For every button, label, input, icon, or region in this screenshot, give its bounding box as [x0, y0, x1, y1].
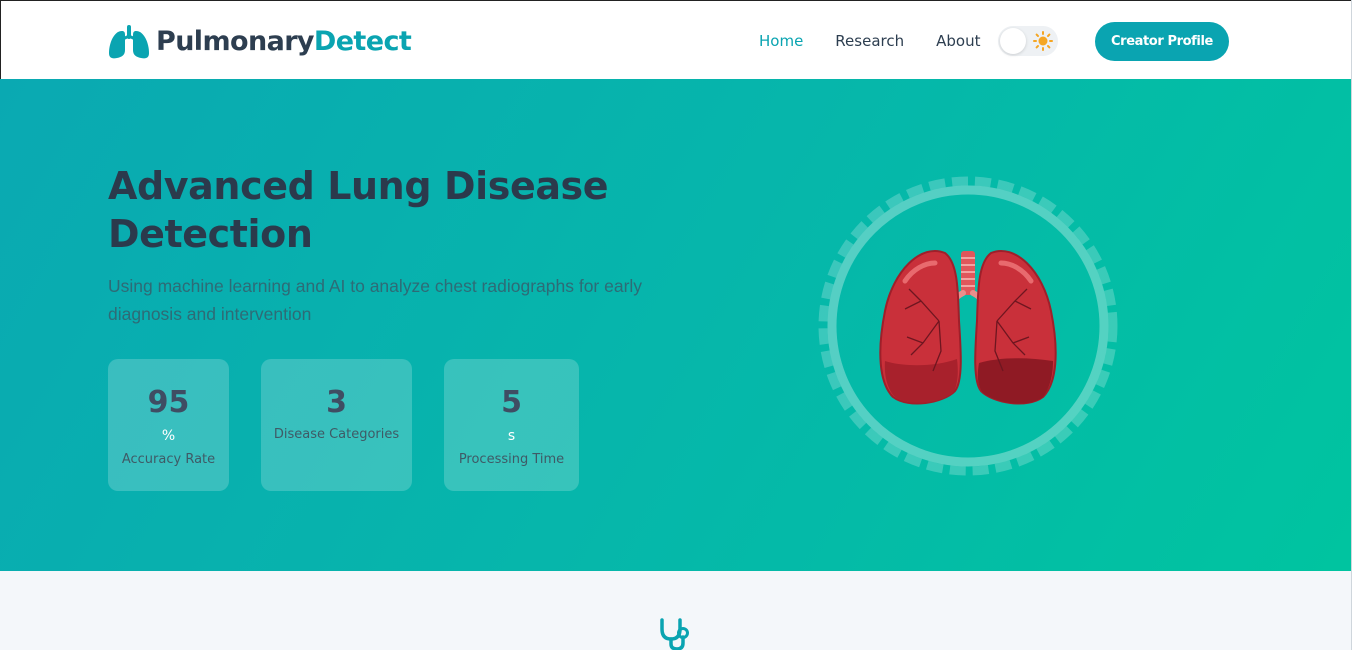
logo-text-accent: Detect	[313, 25, 412, 57]
creator-profile-button[interactable]: Creator Profile	[1095, 22, 1229, 61]
stat-unit: %	[161, 428, 176, 444]
logo-text-primary: Pulmonary	[156, 25, 315, 57]
stat-label: Disease Categories	[273, 427, 400, 442]
nav-home[interactable]: Home	[759, 32, 803, 50]
stat-unit: s	[507, 428, 516, 444]
nav-about[interactable]: About	[936, 32, 980, 50]
theme-toggle[interactable]	[998, 26, 1058, 56]
toggle-knob	[1000, 28, 1026, 54]
hero-subtitle: Using machine learning and AI to analyze…	[108, 276, 643, 324]
sun-icon	[1033, 31, 1053, 51]
main-nav: Home Research About	[759, 32, 1012, 50]
lungs-illustration	[818, 176, 1118, 476]
stat-value: 5	[501, 385, 522, 420]
stat-value: 95	[147, 385, 190, 420]
logo-text: PulmonaryDetect	[156, 25, 412, 57]
stat-card-categories: 3 Disease Categories	[261, 359, 412, 491]
site-header: PulmonaryDetect Home Research About Crea…	[0, 0, 1352, 79]
lungs-icon	[109, 25, 149, 59]
features-section	[0, 571, 1352, 650]
stat-card-accuracy: 95 % Accuracy Rate	[108, 359, 229, 491]
stat-label: Accuracy Rate	[121, 452, 216, 467]
stat-label: Processing Time	[458, 452, 565, 467]
hero-section: Advanced Lung Disease Detection Using ma…	[0, 79, 1352, 571]
nav-research[interactable]: Research	[835, 32, 904, 50]
stat-value: 3	[326, 385, 347, 420]
logo[interactable]: PulmonaryDetect	[108, 23, 412, 61]
hero-title: Advanced Lung Disease Detection	[108, 164, 609, 256]
stethoscope-icon	[660, 618, 689, 650]
stat-card-processing: 5 s Processing Time	[444, 359, 579, 491]
